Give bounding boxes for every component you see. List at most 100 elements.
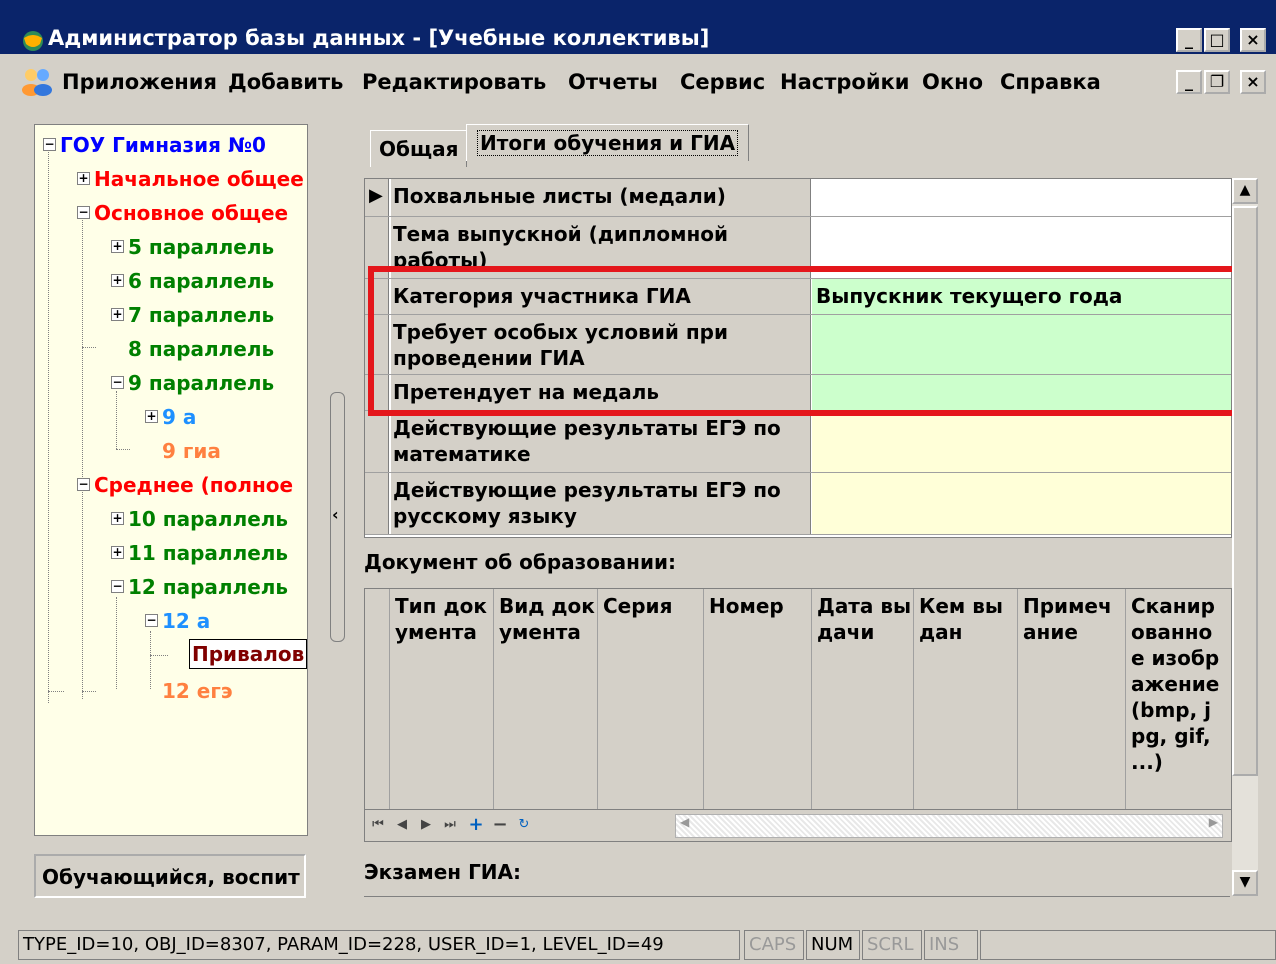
menu-applications[interactable]: Приложения <box>62 70 217 94</box>
scroll-left-arrow-icon[interactable]: ◀ <box>680 815 689 829</box>
exam-table-top-edge <box>364 896 1230 903</box>
column-header-issue-date[interactable]: Дата выдачи <box>817 593 913 645</box>
refresh-icon[interactable]: ↻ <box>513 814 535 836</box>
close-button[interactable]: × <box>1240 28 1266 52</box>
current-row-icon: ▶ <box>369 185 383 206</box>
grid-row-value[interactable] <box>812 179 1231 216</box>
first-record-icon[interactable]: ⏮ <box>367 814 389 836</box>
collapse-icon[interactable]: − <box>111 580 124 593</box>
expand-icon[interactable]: + <box>111 240 124 253</box>
mdi-close-button[interactable]: × <box>1240 70 1266 94</box>
collapse-left-icon[interactable]: ‹ <box>332 505 339 524</box>
node-type-label: Обучающийся, воспит <box>34 854 306 898</box>
status-bar: TYPE_ID=10, OBJ_ID=8307, PARAM_ID=228, U… <box>0 928 1276 964</box>
menu-window[interactable]: Окно <box>922 70 983 94</box>
row-selector[interactable] <box>365 411 389 472</box>
status-num: NUM <box>806 930 860 960</box>
grid-row-commendation[interactable]: ▶ Похвальные листы (медали) <box>365 179 1231 217</box>
tree-node-label: 9 а <box>162 405 197 429</box>
tree-node-label: 11 параллель <box>128 541 289 565</box>
collapse-icon[interactable]: − <box>77 478 90 491</box>
row-selector[interactable] <box>365 473 389 534</box>
scroll-right-arrow-icon[interactable]: ▶ <box>1209 815 1218 829</box>
menu-edit[interactable]: Редактировать <box>362 70 546 94</box>
tree-node-class-9gia[interactable]: 9 гиа <box>145 439 221 463</box>
tree-node-class-12ege[interactable]: 12 егэ <box>145 679 233 703</box>
highlight-annotation-box <box>368 266 1240 416</box>
add-record-icon[interactable]: + <box>465 814 487 836</box>
tree-node-label: 7 параллель <box>128 303 275 327</box>
collapse-icon[interactable]: − <box>43 138 56 151</box>
menu-settings[interactable]: Настройки <box>780 70 910 94</box>
status-ins: INS <box>924 930 978 960</box>
tree-node-class-12a[interactable]: − 12 а <box>145 609 210 633</box>
table-navigator: ⏮ ◀ ▶ ⏭ + − ↻ ◀ ▶ <box>365 809 1231 840</box>
menu-reports[interactable]: Отчеты <box>568 70 658 94</box>
tree-node-grade-6[interactable]: + 6 параллель <box>111 269 274 293</box>
expand-icon[interactable]: + <box>145 410 158 423</box>
tree-node-grade-5[interactable]: + 5 параллель <box>111 235 274 259</box>
column-header-series[interactable]: Серия <box>603 593 699 619</box>
column-header-scanned-image[interactable]: Сканированное изображение (bmp, jpg, gif… <box>1131 593 1223 775</box>
tree-node-grade-10[interactable]: + 10 параллель <box>111 507 288 531</box>
expand-icon[interactable]: + <box>111 546 124 559</box>
maximize-button[interactable]: □ <box>1204 28 1230 52</box>
tree-node-label: 12 егэ <box>162 679 233 703</box>
mdi-restore-button[interactable]: ❐ <box>1204 70 1230 94</box>
row-selector[interactable]: ▶ <box>365 179 389 216</box>
menu-service[interactable]: Сервис <box>680 70 765 94</box>
tree-node-grade-12[interactable]: − 12 параллель <box>111 575 288 599</box>
tree-node-grade-11[interactable]: + 11 параллель <box>111 541 288 565</box>
tree-node-class-9a[interactable]: + 9 а <box>145 405 196 429</box>
grid-row-value[interactable] <box>812 473 1231 534</box>
tab-results-gia[interactable]: Итоги обучения и ГИА <box>466 124 750 161</box>
collapse-icon[interactable]: − <box>111 376 124 389</box>
doc-section-title: Документ об образовании: <box>364 550 676 574</box>
collapse-icon[interactable]: − <box>77 206 90 219</box>
last-record-icon[interactable]: ⏭ <box>439 814 461 836</box>
mdi-minimize-button[interactable]: _ <box>1176 70 1202 94</box>
tree-node-label: 12 а <box>162 609 211 633</box>
minimize-button[interactable]: _ <box>1176 28 1202 52</box>
vertical-scrollbar[interactable]: ▲ ▼ <box>1232 178 1258 896</box>
grid-row-label: Похвальные листы (медали) <box>391 179 811 216</box>
tree-node-basic[interactable]: − Основное общее <box>77 201 288 225</box>
grid-row-ege-russian[interactable]: Действующие результаты ЕГЭ по русскому я… <box>365 473 1231 535</box>
column-header-number[interactable]: Номер <box>709 593 805 619</box>
tree-node-label: 9 гиа <box>162 439 221 463</box>
collapse-icon[interactable]: − <box>145 614 158 627</box>
expand-icon[interactable]: + <box>77 172 90 185</box>
tree-view[interactable]: − ГОУ Гимназия №0 + Начальное общее − Ос… <box>34 124 308 836</box>
grid-row-value[interactable] <box>812 411 1231 472</box>
tree-node-grade-8[interactable]: 8 параллель <box>111 337 274 361</box>
grid-row-label: Действующие результаты ЕГЭ по русскому я… <box>391 473 811 534</box>
column-header-doc-type[interactable]: Тип документа <box>395 593 491 645</box>
tree-node-primary[interactable]: + Начальное общее <box>77 167 304 191</box>
menu-add[interactable]: Добавить <box>228 70 343 94</box>
column-header-note[interactable]: Примечание <box>1023 593 1119 645</box>
expand-icon[interactable]: + <box>111 512 124 525</box>
delete-record-icon[interactable]: − <box>489 814 511 836</box>
scroll-down-arrow-icon[interactable]: ▼ <box>1232 870 1258 896</box>
grid-row-ege-math[interactable]: Действующие результаты ЕГЭ по математике <box>365 411 1231 473</box>
expand-icon[interactable]: + <box>111 274 124 287</box>
scrollbar-thumb[interactable] <box>1232 206 1258 776</box>
next-record-icon[interactable]: ▶ <box>415 814 437 836</box>
column-header-doc-kind[interactable]: Вид документа <box>499 593 595 645</box>
tree-node-grade-9[interactable]: − 9 параллель <box>111 371 274 395</box>
prev-record-icon[interactable]: ◀ <box>391 814 413 836</box>
tab-general[interactable]: Общая <box>370 130 468 167</box>
tree-node-secondary[interactable]: − Среднее (полное <box>77 473 293 497</box>
education-document-table[interactable]: Тип документа Вид документа Серия Номер … <box>364 588 1232 842</box>
tree-node-label: ГОУ Гимназия №0 <box>60 133 266 157</box>
horizontal-scrollbar[interactable]: ◀ ▶ <box>675 814 1223 838</box>
status-empty-panel <box>980 930 1276 960</box>
scroll-up-arrow-icon[interactable]: ▲ <box>1232 178 1258 204</box>
panel-splitter[interactable]: ‹ <box>330 392 345 642</box>
menu-help[interactable]: Справка <box>1000 70 1101 94</box>
expand-icon[interactable]: + <box>111 308 124 321</box>
column-header-issued-by[interactable]: Кем выдан <box>919 593 1015 645</box>
tree-node-gymnasium[interactable]: − ГОУ Гимназия №0 <box>43 133 266 157</box>
tree-node-student-selected[interactable]: Привалов <box>189 639 307 669</box>
tree-node-grade-7[interactable]: + 7 параллель <box>111 303 274 327</box>
